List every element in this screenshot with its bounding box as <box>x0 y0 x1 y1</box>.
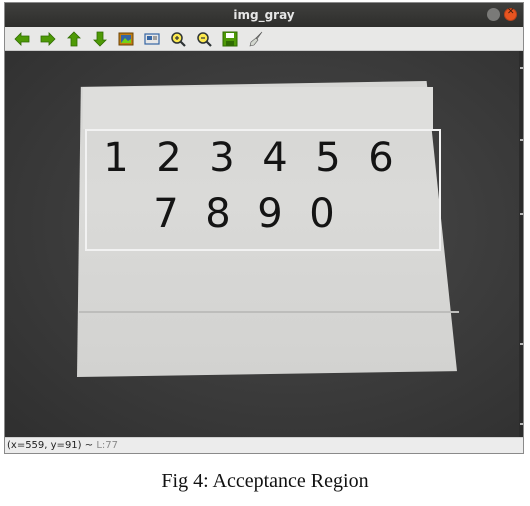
pixel-value: L:77 <box>96 440 118 451</box>
vertical-scrollbar[interactable] <box>519 51 523 437</box>
image-window: img_gray ✕ 1 2 3 4 5 6 7 8 9 0 (x=559, y… <box>4 2 524 454</box>
paper-fold-line <box>79 311 459 313</box>
close-button[interactable] <box>504 7 517 21</box>
toolbar <box>5 27 523 51</box>
pan-left-button[interactable] <box>11 29 33 49</box>
arrow-left-icon <box>14 31 30 46</box>
digit: 4 <box>262 135 288 181</box>
brush-icon <box>249 31 263 46</box>
save-button[interactable] <box>219 29 241 49</box>
digit: 6 <box>368 135 394 181</box>
zoom-in-button[interactable] <box>167 29 189 49</box>
pan-down-button[interactable] <box>89 29 111 49</box>
pan-up-button[interactable] <box>63 29 85 49</box>
digit: 9 <box>257 191 283 237</box>
zoom-fit-button[interactable] <box>115 29 137 49</box>
digit: 2 <box>156 135 182 181</box>
window-controls <box>487 7 517 21</box>
paper-top-edge <box>83 87 433 129</box>
arrow-right-icon <box>40 31 56 46</box>
window-title: img_gray <box>233 8 295 22</box>
edit-button[interactable] <box>245 29 267 49</box>
zoom-in-icon <box>171 31 186 47</box>
image-canvas[interactable]: 1 2 3 4 5 6 7 8 9 0 <box>5 51 523 437</box>
arrow-down-icon <box>93 31 107 47</box>
digit: 8 <box>205 191 231 237</box>
digit: 0 <box>309 191 335 237</box>
pan-right-button[interactable] <box>37 29 59 49</box>
status-bar: (x=559, y=91) ~ L:77 <box>5 437 523 453</box>
digit-row-1: 1 2 3 4 5 6 <box>101 135 453 181</box>
digit: 1 <box>103 135 129 181</box>
digit-row-2: 7 8 9 0 <box>151 191 503 237</box>
title-bar[interactable]: img_gray <box>5 3 523 27</box>
properties-button[interactable] <box>141 29 163 49</box>
acceptance-region-box: 1 2 3 4 5 6 7 8 9 0 <box>85 129 441 251</box>
figure-caption: Fig 4: Acceptance Region <box>161 470 369 492</box>
zoom-out-icon <box>197 31 212 47</box>
minimize-button[interactable] <box>487 8 500 21</box>
arrow-up-icon <box>67 30 81 46</box>
cursor-coordinates: (x=559, y=91) ~ <box>7 440 94 451</box>
digit: 7 <box>153 191 179 237</box>
digit: 5 <box>315 135 341 181</box>
save-icon <box>222 31 238 46</box>
properties-icon <box>144 32 160 45</box>
zoom-out-button[interactable] <box>193 29 215 49</box>
image-icon <box>118 32 134 45</box>
digit: 3 <box>209 135 235 181</box>
